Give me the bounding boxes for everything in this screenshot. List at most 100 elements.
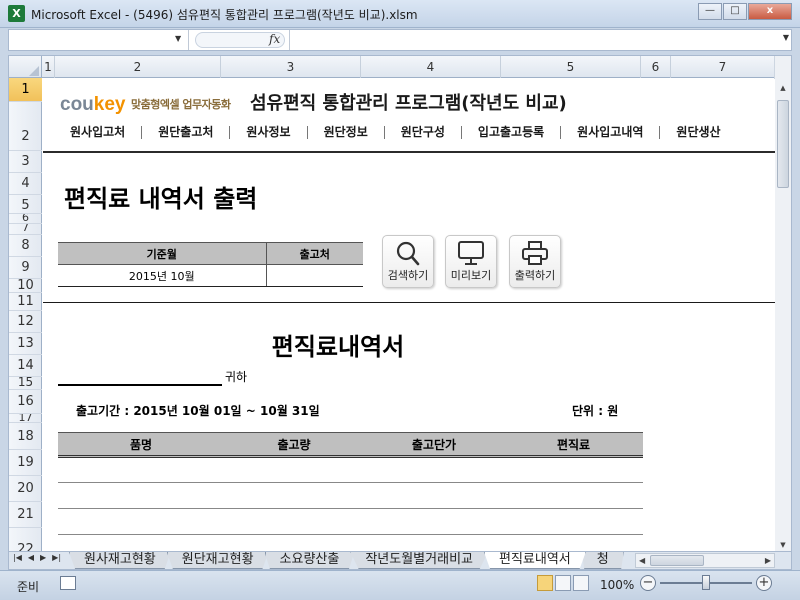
row-header[interactable]: 12 [9, 311, 42, 333]
zoom-in-button[interactable]: + [756, 575, 772, 591]
row-header[interactable]: 10 [9, 279, 42, 293]
search-icon [396, 241, 420, 266]
column-header[interactable]: 5 [501, 56, 641, 78]
row-header[interactable]: 20 [9, 476, 42, 502]
normal-view-icon[interactable] [537, 575, 553, 591]
menu-item-fabric-customer[interactable]: 원단출고처 [142, 126, 231, 139]
row-header[interactable]: 11 [9, 293, 42, 311]
close-button[interactable]: x [748, 3, 792, 20]
menu-item-yarn-receipt-history[interactable]: 원사입고내역 [561, 126, 661, 139]
row-header[interactable]: 9 [9, 257, 42, 279]
sheet-tab-active[interactable]: 편직료내역서 [483, 552, 586, 569]
logo-subtitle: 맞춤형엑셀 업무자동화 [131, 98, 231, 111]
row-header[interactable]: 4 [9, 173, 42, 195]
row-header[interactable]: 22 [9, 528, 42, 551]
column-header[interactable]: 2 [55, 56, 221, 78]
last-sheet-icon[interactable]: ▶| [52, 553, 61, 562]
month-header: 기준월 [58, 242, 267, 265]
next-sheet-icon[interactable]: ▶ [40, 553, 46, 562]
customer-header: 출고처 [266, 242, 363, 265]
sheet-tab[interactable]: 청 [581, 552, 624, 569]
scroll-right-icon[interactable]: ▶ [765, 554, 771, 567]
sheet-tab[interactable]: 작년도월별거래비교 [350, 552, 488, 569]
scroll-up-icon[interactable]: ▲ [775, 80, 791, 96]
column-header-knitting-fee: 편직료 [504, 432, 643, 458]
macro-record-icon[interactable] [60, 576, 76, 590]
sheet-tab[interactable]: 소요량산출 [264, 552, 355, 569]
scroll-down-icon[interactable]: ▼ [775, 537, 791, 551]
row-header[interactable]: 17 [9, 414, 42, 423]
row-header[interactable]: 8 [9, 235, 42, 257]
select-all-corner[interactable] [9, 56, 42, 78]
table-row [58, 482, 643, 509]
scroll-thumb[interactable] [650, 555, 704, 566]
column-header-unit-price: 출고단가 [364, 432, 504, 458]
insert-function-icon[interactable]: fx [269, 32, 280, 46]
column-header[interactable]: 7 [671, 56, 775, 78]
excel-app-icon[interactable]: X [8, 5, 25, 22]
menu-item-fabric-production[interactable]: 원단생산 [660, 126, 736, 139]
row-header[interactable]: 15 [9, 377, 42, 390]
row-headers: 1 2 3 4 5 6 7 8 9 10 11 12 13 14 15 16 1… [9, 78, 42, 551]
preview-button[interactable]: 미리보기 [445, 235, 497, 288]
zoom-level[interactable]: 100% [600, 578, 634, 592]
honorific-label: 귀하 [225, 370, 248, 384]
filter-table: 기준월 출고처 2015년 10월 [58, 242, 363, 287]
row-header[interactable]: 3 [9, 151, 42, 173]
navigation-menu: 원사입고처 원단출고처 원사정보 원단정보 원단구성 입고출고등록 원사입고내역… [70, 126, 737, 139]
customer-value-cell[interactable] [266, 264, 363, 287]
row-header[interactable]: 13 [9, 333, 42, 355]
menu-item-in-out-register[interactable]: 입고출고등록 [462, 126, 562, 139]
column-header[interactable]: 3 [221, 56, 361, 78]
row-header[interactable]: 21 [9, 502, 42, 528]
row-header[interactable]: 6 [9, 214, 42, 224]
table-row [58, 508, 643, 535]
column-header[interactable]: 6 [641, 56, 671, 78]
minimize-button[interactable]: — [698, 3, 722, 20]
row-header[interactable]: 14 [9, 355, 42, 377]
printer-icon [522, 241, 548, 265]
column-header[interactable]: 1 [42, 56, 55, 78]
menu-item-fabric-info[interactable]: 원단정보 [308, 126, 385, 139]
scroll-left-icon[interactable]: ◀ [639, 554, 645, 567]
formula-input[interactable] [289, 30, 775, 50]
page-layout-view-icon[interactable] [555, 575, 571, 591]
scroll-thumb[interactable] [777, 100, 789, 188]
status-ready: 준비 [17, 580, 40, 594]
page-break-view-icon[interactable] [573, 575, 589, 591]
table-row [58, 534, 643, 551]
menu-item-yarn-supplier[interactable]: 원사입고처 [70, 126, 143, 139]
row-header[interactable]: 5 [9, 195, 42, 214]
coukey-logo: coukey [60, 94, 126, 115]
recipient-field[interactable] [58, 384, 222, 386]
menu-item-fabric-composition[interactable]: 원단구성 [385, 126, 462, 139]
sheet-tab-bar: |◀ ◀ ▶ ▶| 원사재고현황 원단재고현황 소요량산출 작년도월별거래비교 … [8, 552, 792, 570]
prev-sheet-icon[interactable]: ◀ [28, 553, 34, 562]
window-controls: — □ x [698, 3, 792, 20]
first-sheet-icon[interactable]: |◀ [13, 553, 22, 562]
row-header[interactable]: 1 [9, 78, 42, 102]
formula-bar: ▼ fx ▼ [8, 29, 792, 51]
row-header[interactable]: 16 [9, 390, 42, 414]
sheet-tab[interactable]: 원단재고현황 [166, 552, 269, 569]
expand-formula-bar-icon[interactable]: ▼ [783, 33, 789, 42]
zoom-slider-thumb[interactable] [702, 575, 710, 590]
horizontal-scrollbar[interactable]: ◀ ▶ [635, 553, 775, 568]
row-header[interactable]: 18 [9, 423, 42, 450]
preview-button-label: 미리보기 [450, 269, 492, 282]
search-button[interactable]: 검색하기 [382, 235, 434, 288]
vertical-scrollbar[interactable]: ▲ ▼ [774, 56, 791, 551]
sheet-tab[interactable]: 원사재고현황 [69, 552, 171, 569]
window-title: Microsoft Excel - (5496) 섬유편직 통합관리 프로그램(… [31, 8, 418, 22]
row-header[interactable]: 7 [9, 224, 42, 235]
shipping-period: 출고기간 : 2015년 10월 01일 ~ 10월 31일 [76, 404, 320, 418]
column-header[interactable]: 4 [361, 56, 501, 78]
name-box[interactable] [9, 30, 189, 50]
print-button[interactable]: 출력하기 [509, 235, 561, 288]
maximize-button[interactable]: □ [723, 3, 747, 20]
zoom-out-button[interactable]: − [640, 575, 656, 591]
row-header[interactable]: 19 [9, 450, 42, 476]
menu-item-yarn-info[interactable]: 원사정보 [230, 126, 308, 139]
row-header[interactable]: 2 [9, 102, 42, 151]
month-value-cell[interactable]: 2015년 10월 [58, 264, 267, 287]
